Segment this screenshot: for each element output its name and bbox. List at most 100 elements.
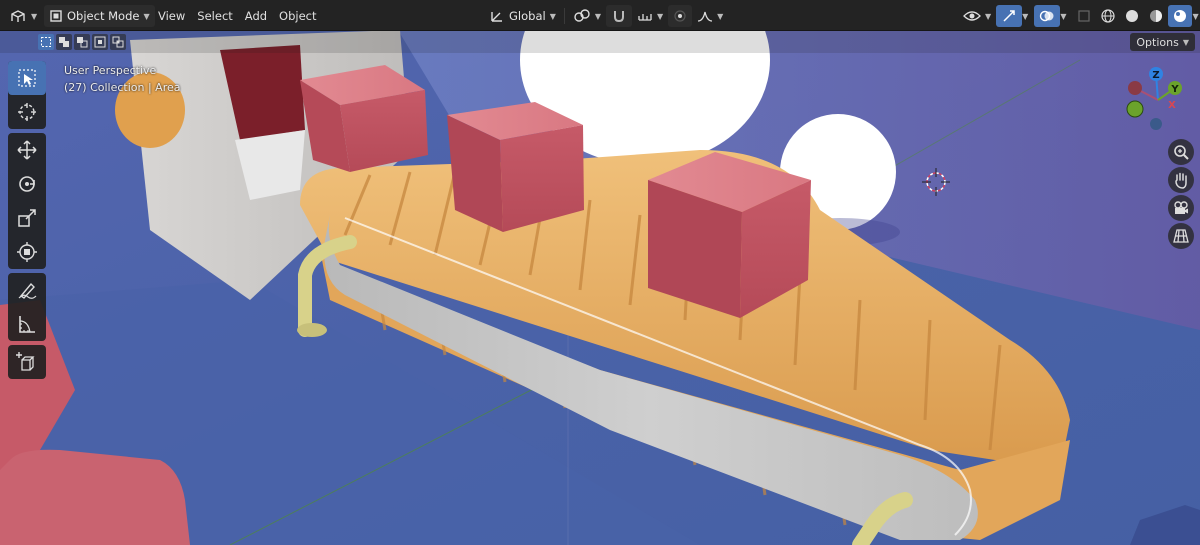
chevron-down-icon: ▼ bbox=[657, 11, 664, 21]
editor-type-icon bbox=[11, 10, 25, 22]
select-invert-icon bbox=[94, 36, 106, 48]
chevron-down-icon: ▼ bbox=[1182, 37, 1189, 47]
annotate-pencil-icon bbox=[18, 282, 37, 299]
pivot-icon bbox=[574, 9, 590, 22]
magnet-icon bbox=[614, 11, 624, 23]
solid-sphere-icon bbox=[1126, 10, 1139, 22]
select-intersect-mode[interactable] bbox=[110, 34, 126, 50]
visibility-dropdown[interactable]: ▼ bbox=[958, 5, 996, 27]
tool-cursor[interactable] bbox=[8, 95, 46, 129]
shading-material[interactable] bbox=[1144, 5, 1168, 27]
gizmo-y-label: Y bbox=[1170, 84, 1179, 95]
overlays-toggle[interactable] bbox=[1034, 5, 1061, 27]
shading-wireframe[interactable] bbox=[1096, 5, 1120, 27]
chevron-down-icon: ▼ bbox=[143, 11, 150, 21]
zoom-magnifier-icon bbox=[1174, 145, 1189, 160]
falloff-dropdown[interactable]: ▼ bbox=[692, 5, 728, 27]
camera-view-button[interactable] bbox=[1168, 195, 1194, 221]
camera-icon bbox=[1174, 201, 1188, 214]
select-subtract-icon bbox=[77, 37, 88, 48]
zoom-button[interactable] bbox=[1168, 139, 1194, 165]
cursor-icon bbox=[18, 103, 36, 121]
overlays-icon bbox=[1040, 10, 1054, 22]
gizmo-z-label: Z bbox=[1152, 70, 1159, 81]
shading-rendered[interactable] bbox=[1168, 5, 1193, 27]
tool-measure[interactable] bbox=[8, 307, 46, 341]
chevron-down-icon: ▼ bbox=[31, 11, 38, 21]
orientation-label: Global bbox=[509, 9, 546, 23]
orientation-icon bbox=[491, 12, 502, 22]
select-new-icon bbox=[41, 37, 51, 47]
select-box-icon bbox=[18, 69, 36, 87]
editor-type-button[interactable]: ▼ bbox=[4, 5, 42, 27]
xray-toggle[interactable] bbox=[1072, 5, 1096, 27]
navigation-gizmo[interactable]: Z Y X bbox=[1120, 62, 1196, 138]
chevron-down-icon: ▼ bbox=[549, 11, 556, 21]
scale-icon bbox=[18, 209, 36, 227]
tool-scale[interactable] bbox=[8, 201, 46, 235]
perspective-label: User Perspective bbox=[64, 64, 157, 77]
proportional-edit-toggle[interactable] bbox=[668, 5, 693, 27]
menu-object[interactable]: Object bbox=[273, 5, 322, 27]
tool-annotate[interactable] bbox=[8, 273, 46, 307]
move-icon bbox=[17, 140, 37, 160]
menu-add[interactable]: Add bbox=[239, 5, 273, 27]
transform-icon bbox=[17, 242, 37, 262]
chevron-down-icon[interactable]: ▼ bbox=[1060, 12, 1066, 21]
menu-view[interactable]: View bbox=[152, 5, 191, 27]
pan-button[interactable] bbox=[1168, 167, 1194, 193]
viewport-info: User Perspective (27) Collection | Area bbox=[64, 62, 181, 96]
collection-label: (27) Collection | Area bbox=[64, 81, 181, 94]
tool-rotate[interactable] bbox=[8, 167, 46, 201]
tool-select-box[interactable] bbox=[8, 61, 46, 95]
material-sphere-icon bbox=[1150, 10, 1163, 22]
tool-transform[interactable] bbox=[8, 235, 46, 269]
select-extend-icon bbox=[59, 37, 69, 47]
shading-solid[interactable] bbox=[1120, 5, 1144, 27]
3d-viewport[interactable]: User Perspective (27) Collection | Area bbox=[0, 0, 1200, 545]
mode-label: Object Mode bbox=[67, 9, 140, 23]
chevron-down-icon[interactable]: ▼ bbox=[1022, 12, 1028, 21]
select-new-mode[interactable] bbox=[38, 34, 54, 50]
proportional-icon bbox=[674, 10, 686, 22]
measure-icon bbox=[19, 316, 35, 333]
pivot-point-button[interactable]: ▼ bbox=[568, 5, 606, 27]
menu-select[interactable]: Select bbox=[191, 5, 238, 27]
xray-icon bbox=[1078, 10, 1091, 22]
mode-dropdown[interactable]: Object Mode ▼ bbox=[44, 5, 155, 27]
transform-orientation-dropdown[interactable]: Global ▼ bbox=[484, 5, 561, 27]
select-intersect-icon bbox=[112, 36, 124, 48]
gizmo-neg-x[interactable] bbox=[1128, 81, 1142, 95]
falloff-curve-icon bbox=[698, 11, 713, 22]
chevron-down-icon[interactable]: ▼ bbox=[1192, 12, 1198, 21]
tool-move[interactable] bbox=[8, 133, 46, 167]
gizmo-toggle[interactable] bbox=[996, 5, 1023, 27]
add-cube-icon bbox=[16, 352, 35, 371]
snap-toggle[interactable] bbox=[606, 5, 632, 27]
rotate-icon bbox=[19, 176, 35, 192]
hand-icon bbox=[1175, 172, 1187, 189]
selection-modes bbox=[38, 31, 126, 53]
gizmo-neg-z[interactable] bbox=[1150, 118, 1162, 130]
grid-perspective-icon bbox=[1173, 229, 1189, 243]
viewport-header: ▼ Object Mode ▼ View Select Add Object G… bbox=[0, 0, 1200, 31]
wireframe-sphere-icon bbox=[1101, 9, 1116, 23]
chevron-down-icon: ▼ bbox=[594, 11, 601, 21]
tool-header bbox=[0, 31, 1200, 53]
chevron-down-icon: ▼ bbox=[985, 11, 992, 21]
select-subtract-mode[interactable] bbox=[74, 34, 90, 50]
ortho-toggle-button[interactable] bbox=[1168, 223, 1194, 249]
tool-add-cube[interactable] bbox=[8, 345, 46, 379]
rendered-sphere-icon bbox=[1174, 10, 1187, 22]
gizmo-icon bbox=[1003, 10, 1015, 22]
eye-icon bbox=[963, 11, 981, 21]
tool-shelf bbox=[8, 61, 46, 383]
options-dropdown[interactable]: Options ▼ bbox=[1130, 33, 1195, 51]
snap-target-dropdown[interactable]: ▼ bbox=[632, 5, 668, 27]
select-extend-mode[interactable] bbox=[56, 34, 72, 50]
gizmo-x-label: X bbox=[1168, 100, 1176, 111]
snap-increment-icon bbox=[638, 14, 652, 21]
gizmo-neg-y[interactable] bbox=[1126, 100, 1144, 118]
chevron-down-icon: ▼ bbox=[717, 11, 724, 21]
select-invert-mode[interactable] bbox=[92, 34, 108, 50]
